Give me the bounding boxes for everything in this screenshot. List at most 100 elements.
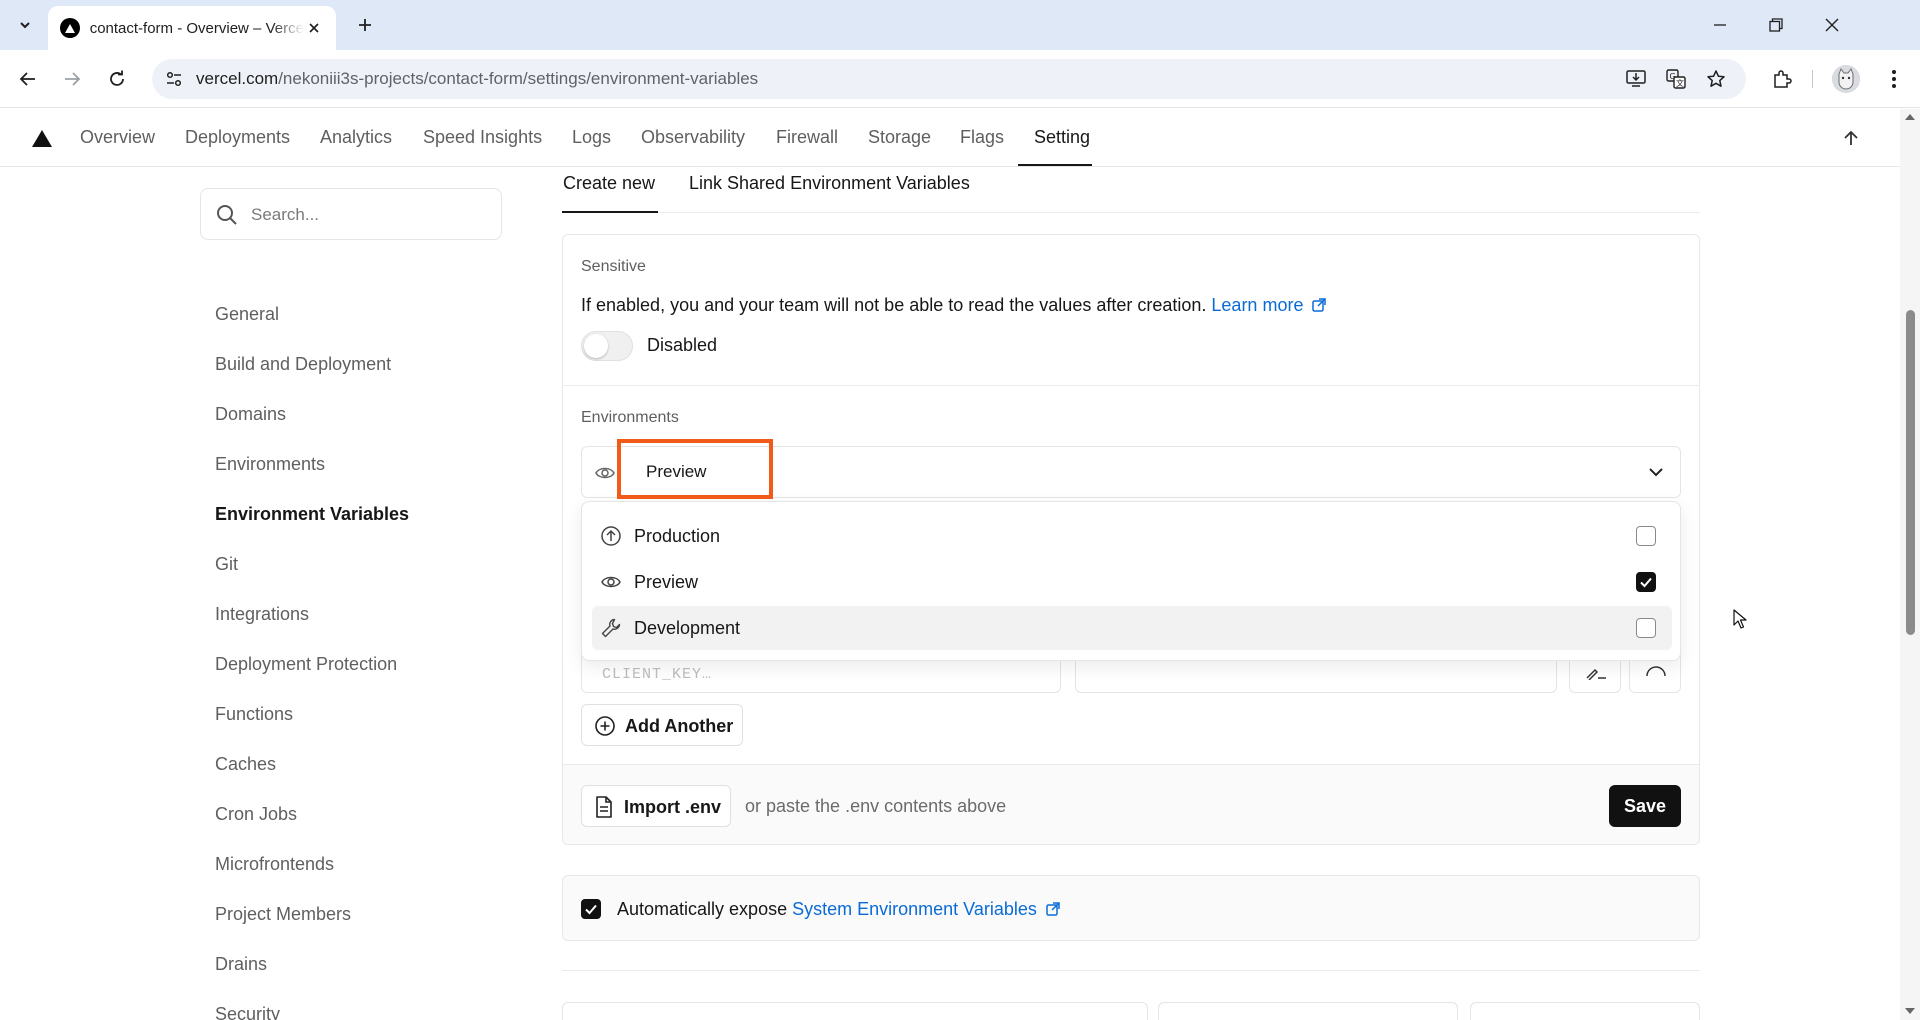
arrow-up-circle-icon [601,526,621,546]
sidebar-item-git[interactable]: Git [215,554,238,575]
back-button[interactable] [14,65,42,93]
sidebar-item-cron-jobs[interactable]: Cron Jobs [215,804,297,825]
browser-tabstrip: contact-form - Overview – Vercel [0,0,1920,50]
nav-flags[interactable]: Flags [960,127,1004,148]
chevron-down-icon [1649,468,1663,477]
install-app-icon[interactable] [1624,67,1648,91]
env-vars-search-field[interactable] [562,1002,1148,1020]
sidebar-item-environments[interactable]: Environments [215,454,325,475]
minimize-window-button[interactable] [1692,0,1748,50]
extensions-icon[interactable] [1768,65,1796,93]
nav-overview[interactable]: Overview [80,127,155,148]
url-host: vercel.com [196,69,279,88]
sidebar-item-domains[interactable]: Domains [215,404,286,425]
svg-text:文: 文 [1676,78,1684,88]
search-icon [217,205,237,225]
import-env-button[interactable]: Import .env [581,785,731,827]
tab-create-new[interactable]: Create new [563,173,655,194]
env-filter-select[interactable] [1158,1002,1458,1020]
option-preview[interactable]: Preview [592,560,1672,604]
option-production[interactable]: Production [592,514,1672,558]
nav-storage[interactable]: Storage [868,127,931,148]
sensitive-toggle[interactable] [581,331,633,361]
close-window-button[interactable] [1804,0,1860,50]
expose-system-vars-checkbox[interactable] [581,899,601,919]
nav-deployments[interactable]: Deployments [185,127,290,148]
sort-select[interactable] [1470,1002,1700,1020]
arrow-left-icon [19,72,35,86]
import-env-label: Import .env [624,797,722,817]
vercel-logo-icon[interactable] [32,130,52,147]
learn-more-link[interactable]: Learn more [1211,295,1327,315]
settings-search-input[interactable] [251,203,491,227]
sidebar-item-project-members[interactable]: Project Members [215,904,351,925]
sidebar-item-deployment-protection[interactable]: Deployment Protection [215,654,397,675]
file-icon [596,796,612,818]
nav-speed-insights[interactable]: Speed Insights [423,127,542,148]
restore-icon [1769,18,1783,32]
close-tab-icon[interactable] [304,18,324,38]
plus-icon [359,19,371,31]
eye-icon [595,467,615,479]
nav-firewall[interactable]: Firewall [776,127,838,148]
sidebar-item-functions[interactable]: Functions [215,704,293,725]
reload-icon [110,70,124,86]
forward-button[interactable] [58,65,86,93]
sensitive-label: Sensitive [581,258,646,275]
nav-setting[interactable]: Setting [1034,127,1090,148]
bookmark-star-icon[interactable] [1704,67,1728,91]
option-development[interactable]: Development [592,606,1672,650]
save-button[interactable]: Save [1609,785,1681,827]
browser-tab[interactable]: contact-form - Overview – Vercel [48,6,336,50]
system-env-vars-link[interactable]: System Environment Variables [792,899,1060,919]
sensitive-description-text: If enabled, you and your team will not b… [581,295,1207,315]
translate-icon[interactable]: G文 [1664,67,1688,91]
chevron-down-icon [20,22,30,29]
close-icon [1825,18,1839,32]
url-text: vercel.com/nekoniii3s-projects/contact-f… [196,69,758,89]
add-another-button[interactable]: Add Another [581,704,743,746]
sidebar-item-integrations[interactable]: Integrations [215,604,309,625]
nav-observability[interactable]: Observability [641,127,745,148]
sidebar-item-drains[interactable]: Drains [215,954,267,975]
nav-analytics[interactable]: Analytics [320,127,392,148]
profile-avatar[interactable] [1832,65,1860,93]
nav-logs[interactable]: Logs [572,127,611,148]
option-production-checkbox[interactable] [1636,526,1656,546]
site-info-icon[interactable] [162,67,186,91]
project-nav: Overview Deployments Analytics Speed Ins… [0,109,1900,167]
sidebar-item-general[interactable]: General [215,304,279,325]
scrollbar-thumb[interactable] [1906,310,1915,635]
scroll-down-arrow-icon[interactable] [1904,1006,1916,1016]
minimize-icon [1714,24,1726,26]
tab-link-shared-environment-variables[interactable]: Link Shared Environment Variables [689,173,970,194]
address-bar[interactable]: vercel.com/nekoniii3s-projects/contact-f… [152,59,1746,99]
expose-system-vars-card: Automatically expose System Environment … [562,875,1700,941]
scroll-up-arrow-icon[interactable] [1904,112,1916,122]
sidebar-item-security[interactable]: Security [215,1004,280,1020]
sidebar-item-caches[interactable]: Caches [215,754,276,775]
option-development-label: Development [634,618,741,638]
checkmark-icon [585,904,597,915]
option-development-checkbox[interactable] [1636,618,1656,638]
eye-icon [601,576,621,588]
reload-button[interactable] [103,65,131,93]
settings-search[interactable] [200,188,502,240]
browser-menu-icon[interactable] [1880,65,1908,93]
section-divider [563,385,1699,386]
toolbar-divider [1812,70,1813,88]
new-tab-button[interactable] [352,12,378,38]
external-link-icon [1046,902,1060,916]
edit-note-icon [1586,668,1606,680]
sidebar-item-build-and-deployment[interactable]: Build and Deployment [215,354,391,375]
toggle-knob [584,334,608,358]
expose-system-vars-text: Automatically expose System Environment … [617,899,1060,920]
sidebar-item-environment-variables[interactable]: Environment Variables [215,504,409,525]
sidebar-item-microfrontends[interactable]: Microfrontends [215,854,334,875]
tab-search-button[interactable] [12,12,38,38]
plus-circle-icon [595,716,615,736]
restore-window-button[interactable] [1748,0,1804,50]
scroll-to-top-icon[interactable] [1838,125,1864,151]
option-preview-checkbox[interactable] [1636,572,1656,592]
tab-title: contact-form - Overview – Vercel [89,19,305,37]
